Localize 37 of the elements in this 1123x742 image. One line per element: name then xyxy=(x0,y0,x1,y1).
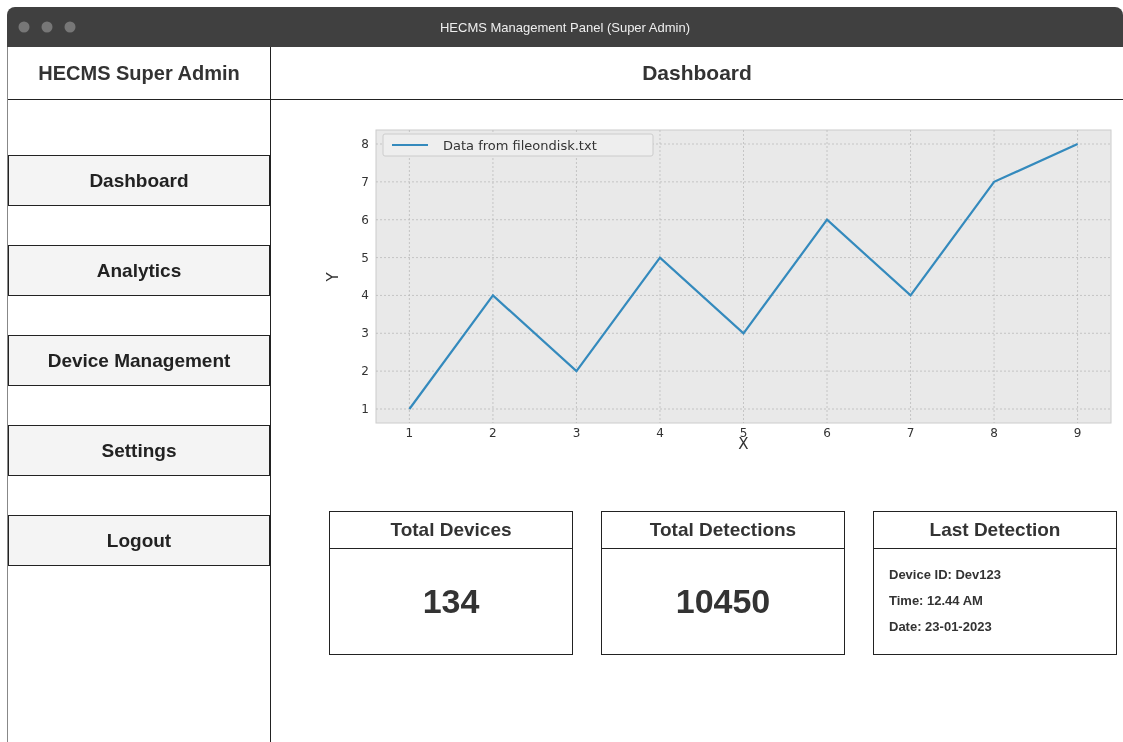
x-tick-label: 6 xyxy=(823,426,831,440)
y-tick-label: 3 xyxy=(361,326,369,341)
sidebar-title: HECMS Super Admin xyxy=(38,61,240,85)
x-tick-label: 5 xyxy=(739,426,748,440)
y-tick-label: 7 xyxy=(361,174,369,189)
detail-text: Time: 12.44 AM xyxy=(889,593,984,608)
window-title: HECMS Management Panel (Super Admin) xyxy=(440,19,690,35)
x-tick-label: 2 xyxy=(489,426,497,440)
y-tick-label: 5 xyxy=(361,250,369,265)
legend: Data from fileondisk.txt xyxy=(382,133,654,157)
y-tick-label: 6 xyxy=(361,212,369,227)
stat-value: 134 xyxy=(422,582,480,621)
stat-value: 10450 xyxy=(675,582,771,621)
y-axis-label: Y xyxy=(324,272,342,282)
x-tick-label: 4 xyxy=(656,426,664,440)
card-title: Last Detection xyxy=(929,519,1061,541)
window-controls-icon[interactable] xyxy=(18,21,76,33)
x-tick-label: 1 xyxy=(405,426,414,440)
x-tick-label: 3 xyxy=(572,426,581,440)
y-tick-label: 8 xyxy=(361,137,369,151)
legend-label: Data from fileondisk.txt xyxy=(443,138,597,153)
card-title: Total Detections xyxy=(649,519,797,541)
sidebar-button[interactable]: Settings xyxy=(8,425,270,476)
detail-text: Device ID: Dev123 xyxy=(889,567,1002,582)
x-tick-label: 8 xyxy=(990,426,998,440)
sidebar-button[interactable]: Logout xyxy=(8,515,270,566)
y-tick-label: 2 xyxy=(361,364,369,379)
y-tick-label: 4 xyxy=(361,288,369,303)
sidebar-button[interactable]: Dashboard xyxy=(8,155,270,206)
sidebar-button[interactable]: Device Management xyxy=(8,335,270,386)
card-title: Total Devices xyxy=(390,519,512,541)
detail-text: Date: 23-01-2023 xyxy=(889,619,993,634)
page-title: Dashboard xyxy=(642,61,752,85)
x-tick-label: 9 xyxy=(1073,426,1082,440)
sidebar-button[interactable]: Analytics xyxy=(8,245,270,296)
y-tick-label: 1 xyxy=(361,402,369,416)
x-tick-label: 7 xyxy=(906,426,915,440)
